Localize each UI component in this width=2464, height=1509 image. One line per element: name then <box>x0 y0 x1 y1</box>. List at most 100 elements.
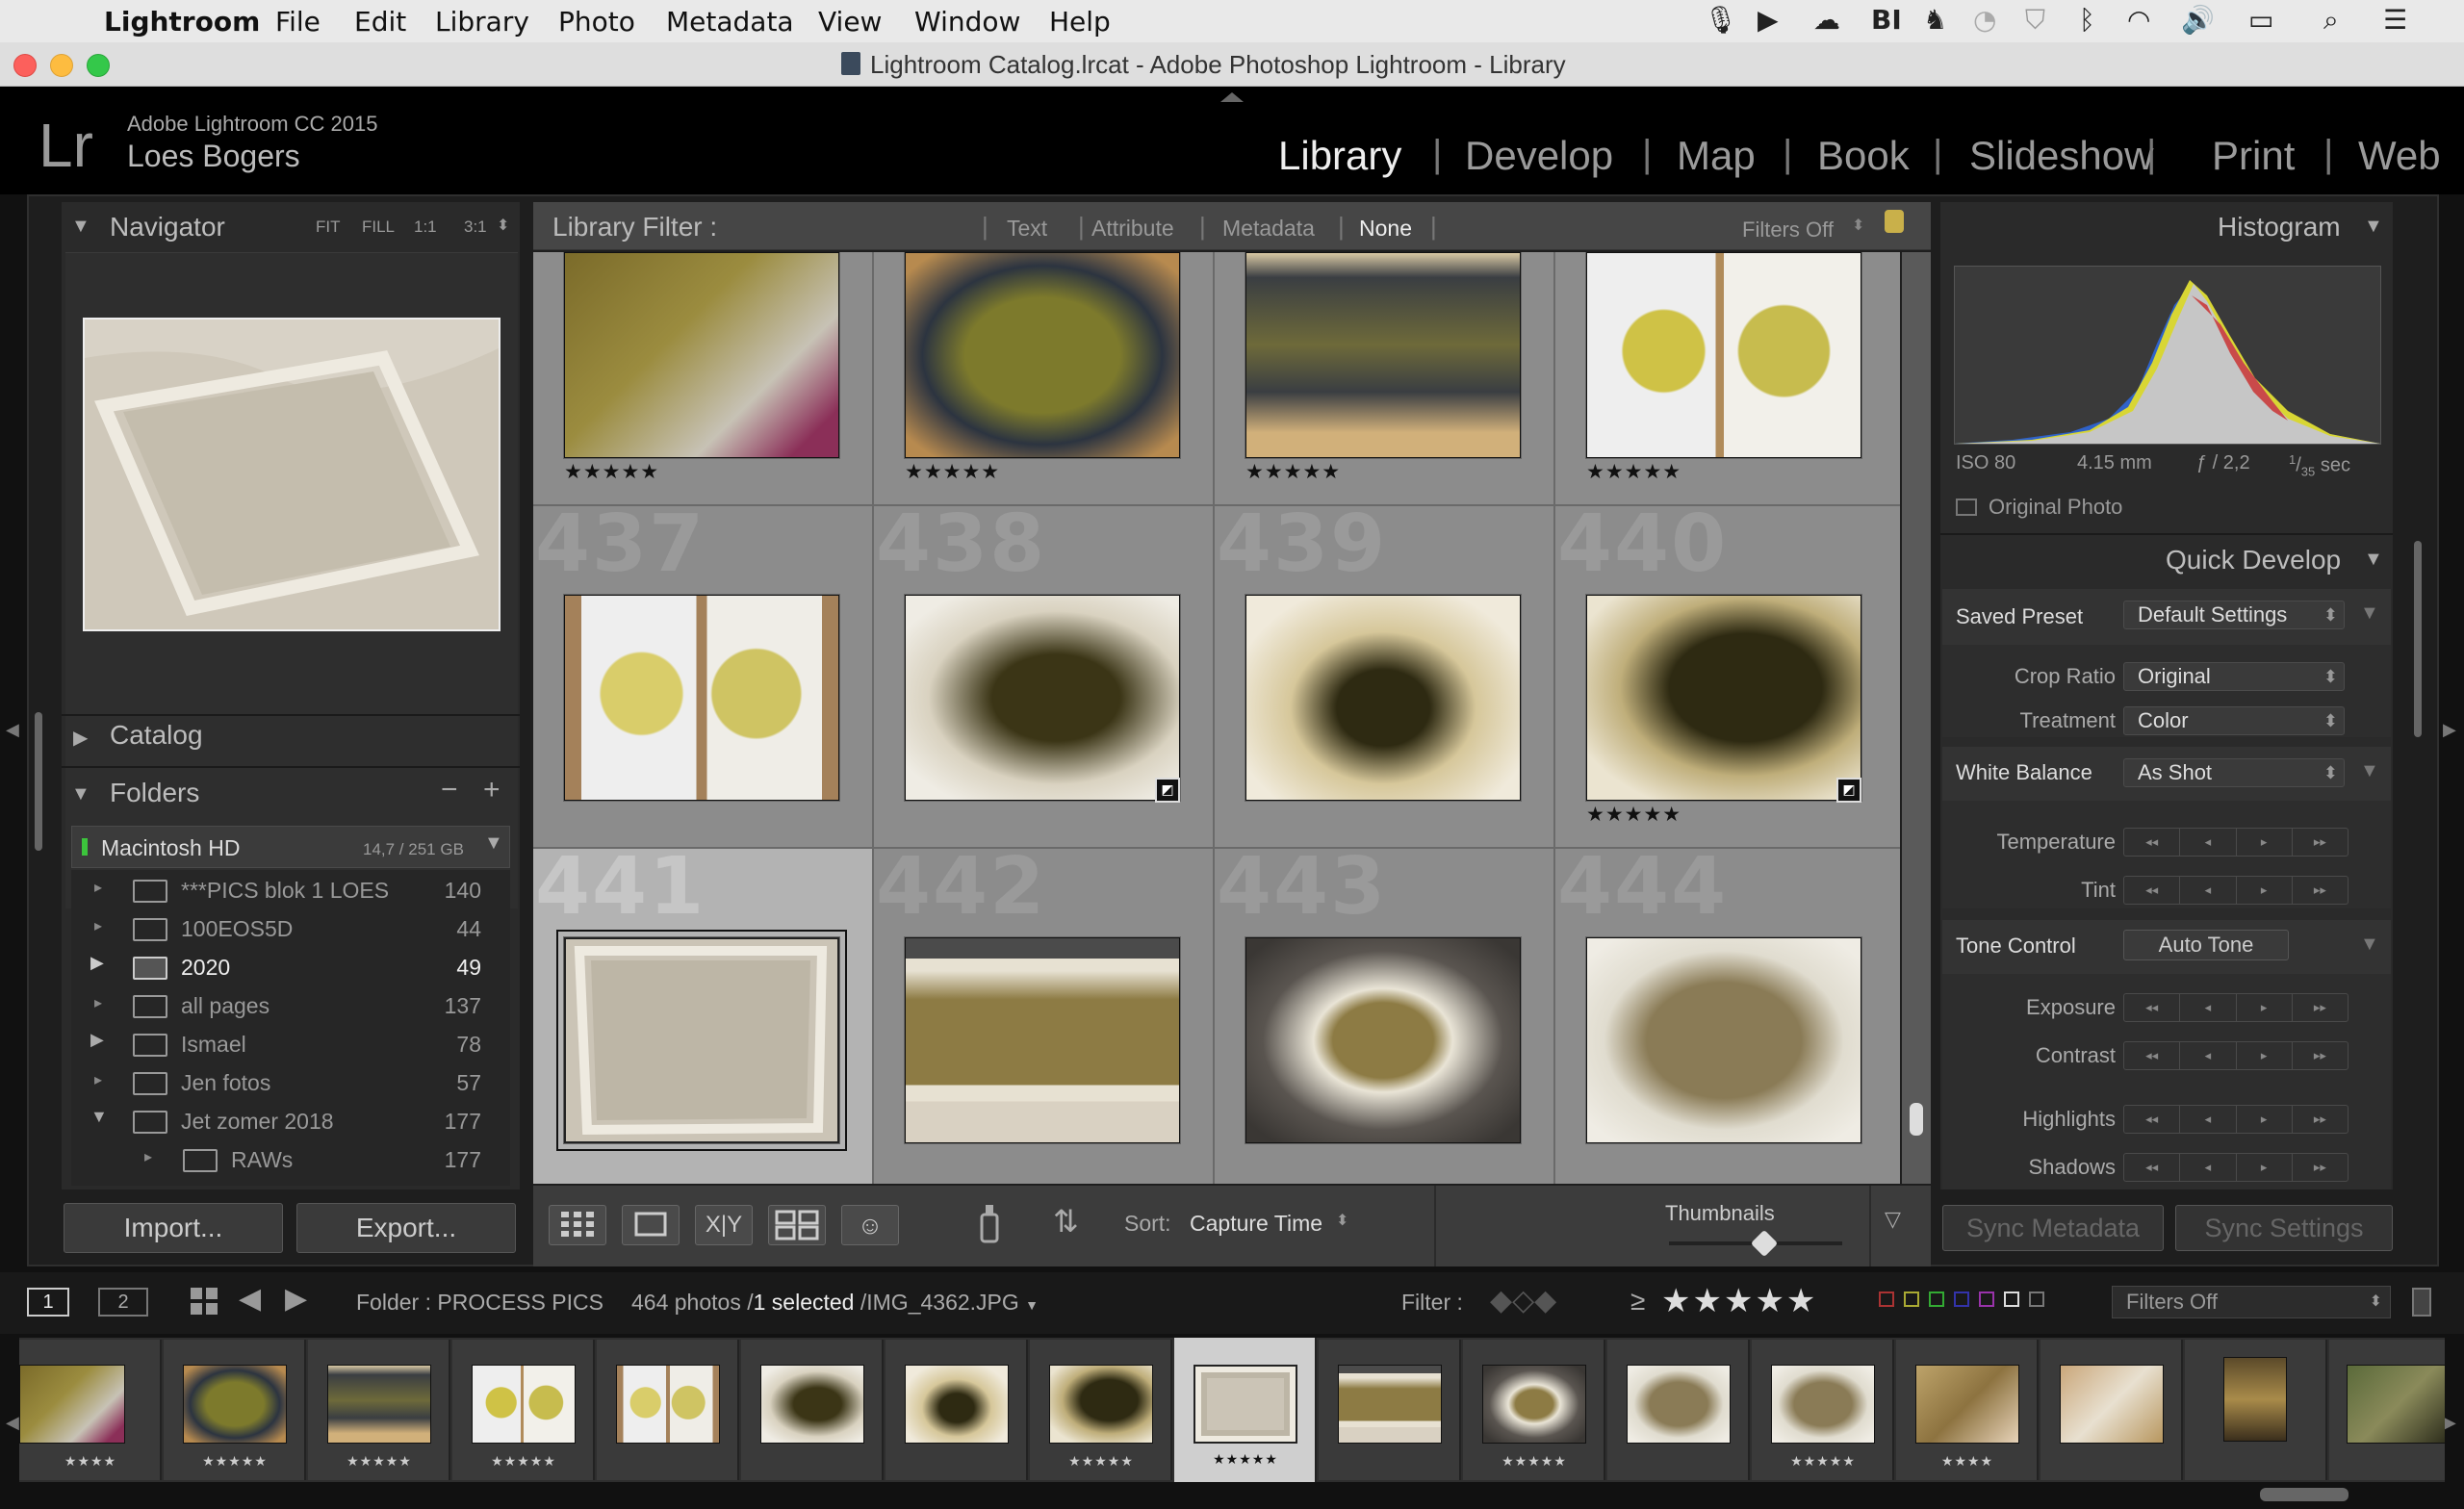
photo-thumbnail[interactable] <box>1586 252 1861 458</box>
minimize-button[interactable] <box>50 54 73 77</box>
folder-row[interactable]: ▶ 2020 49 <box>71 947 510 985</box>
rating-stars[interactable]: ★★★★★ <box>905 460 1000 484</box>
catalog-expand-icon[interactable]: ▶ <box>73 726 88 750</box>
menu-window[interactable]: Window <box>914 6 1020 38</box>
filmstrip-thumb[interactable] <box>19 1365 125 1444</box>
compare-view-button[interactable]: X|Y <box>695 1205 753 1245</box>
step-up[interactable]: ▸ <box>2237 994 2293 1021</box>
filmstrip-cell[interactable]: ★★★★★ <box>164 1340 306 1480</box>
step-up[interactable]: ▸ <box>2237 877 2293 904</box>
module-book[interactable]: Book <box>1817 133 1910 179</box>
folder-expand-icon[interactable]: ▶ <box>90 953 104 973</box>
step-up[interactable]: ▸ <box>2237 1154 2293 1181</box>
close-button[interactable] <box>13 54 37 77</box>
grid-cell[interactable]: 440 ◩ ★★★★★ <box>1555 506 1900 849</box>
grid-cell[interactable]: 439 <box>1215 506 1555 849</box>
no-label-icon[interactable] <box>2029 1292 2044 1307</box>
volume-row[interactable]: Macintosh HD 14,7 / 251 GB ▼ <box>71 826 510 868</box>
microphone-icon[interactable]: 🎙 <box>1704 4 1738 36</box>
right-panel-scrollbar[interactable] <box>2414 541 2422 737</box>
filmstrip-cell[interactable] <box>2040 1340 2183 1480</box>
step-large-up[interactable]: ▸▸ <box>2293 1106 2348 1133</box>
step-large-down[interactable]: ◂◂ <box>2124 1106 2181 1133</box>
step-large-down[interactable]: ◂◂ <box>2124 877 2181 904</box>
step-large-up[interactable]: ▸▸ <box>2293 1042 2348 1069</box>
module-print[interactable]: Print <box>2212 133 2295 179</box>
grid-mode-icon[interactable] <box>189 1286 219 1317</box>
grid-cell[interactable]: 443 <box>1215 849 1555 1184</box>
source-folder[interactable]: Folder : PROCESS PICS <box>356 1290 603 1316</box>
folder-row[interactable]: ▸ 100EOS5D 44 <box>71 908 510 947</box>
tint-stepper[interactable]: ◂◂ ◂ ▸ ▸▸ <box>2123 876 2348 905</box>
photo-thumbnail[interactable] <box>1586 937 1861 1143</box>
filmstrip-thumb[interactable] <box>183 1365 287 1444</box>
photo-thumbnail[interactable] <box>905 252 1180 458</box>
folder-expand-icon[interactable]: ▸ <box>94 916 102 935</box>
step-large-down[interactable]: ◂◂ <box>2124 1042 2181 1069</box>
sync-metadata-button[interactable]: Sync Metadata <box>1942 1205 2164 1251</box>
zoom-stepper-icon[interactable]: ⬍ <box>497 216 509 235</box>
menu-metadata[interactable]: Metadata <box>666 6 794 38</box>
photo-thumbnail[interactable] <box>1586 595 1861 801</box>
filmstrip-thumb[interactable] <box>1482 1365 1586 1444</box>
grid-cell[interactable]: 438 ◩ <box>874 506 1215 849</box>
thumbnail-size-knob[interactable] <box>1750 1229 1779 1258</box>
zoom-3-1[interactable]: 3:1 <box>464 217 487 237</box>
filter-text[interactable]: Text <box>1007 216 1047 242</box>
bluetooth-icon[interactable]: ᛒ <box>2079 4 2095 36</box>
photo-thumbnail[interactable] <box>564 252 839 458</box>
filmstrip-cell[interactable]: ★★★★★ <box>452 1340 595 1480</box>
step-large-down[interactable]: ◂◂ <box>2124 994 2181 1021</box>
volume-menu-icon[interactable]: ▼ <box>484 832 503 855</box>
filmstrip-cell[interactable]: ★★★★ <box>19 1340 162 1480</box>
screen1-button[interactable]: 1 <box>27 1288 69 1317</box>
step-large-down[interactable]: ◂◂ <box>2124 829 2181 856</box>
filmstrip-thumb[interactable] <box>2223 1357 2287 1442</box>
blue-label-icon[interactable] <box>1954 1292 1969 1307</box>
photo-thumbnail[interactable] <box>905 937 1180 1143</box>
folder-row[interactable]: ▸ all pages 137 <box>71 985 510 1024</box>
folder-row[interactable]: ▼ Jet zomer 2018 177 <box>71 1101 510 1139</box>
people-view-button[interactable]: ☺ <box>841 1205 899 1245</box>
add-folder-button[interactable]: + <box>483 774 500 806</box>
menu-library[interactable]: Library <box>435 6 529 38</box>
battery-icon[interactable]: ▭ <box>2248 4 2273 36</box>
step-down[interactable]: ◂ <box>2180 1154 2237 1181</box>
filmstrip-cell[interactable] <box>1319 1340 1461 1480</box>
export-button[interactable]: Export... <box>296 1203 516 1253</box>
catalog-title[interactable]: Catalog <box>110 720 203 751</box>
temperature-stepper[interactable]: ◂◂ ◂ ▸ ▸▸ <box>2123 828 2348 857</box>
search-icon[interactable]: ⌕ <box>2323 4 2339 37</box>
grid-cell[interactable]: 444 <box>1555 849 1900 1184</box>
auto-tone-button[interactable]: Auto Tone <box>2123 930 2289 960</box>
grid-view-button[interactable] <box>549 1205 606 1245</box>
navigator-collapse-icon[interactable]: ▼ <box>71 216 90 238</box>
filmstrip-cell-selected[interactable]: ★★★★★ <box>1174 1338 1317 1482</box>
original-photo-checkbox[interactable] <box>1956 499 1977 516</box>
shield-icon[interactable]: ⛉ <box>2025 4 2045 37</box>
grid-cell[interactable]: 442 <box>874 849 1215 1184</box>
photo-thumbnail[interactable] <box>1245 595 1521 801</box>
sync-settings-button[interactable]: Sync Settings <box>2175 1205 2393 1251</box>
evernote-icon[interactable]: ♞ <box>1923 4 1947 36</box>
module-web[interactable]: Web <box>2358 133 2441 179</box>
step-large-down[interactable]: ◂◂ <box>2124 1154 2181 1181</box>
grid-cell[interactable]: 436 ★★★★★ <box>1555 252 1900 506</box>
sync-icon[interactable]: ◔ <box>1973 4 1996 36</box>
filmstrip-cell[interactable] <box>1607 1340 1750 1480</box>
filmstrip-cell[interactable] <box>597 1340 739 1480</box>
lock-icon[interactable] <box>1885 210 1904 233</box>
filmstrip-thumb[interactable] <box>616 1365 720 1444</box>
filmstrip-thumb[interactable] <box>905 1365 1009 1444</box>
crop-ratio-dropdown[interactable]: Original <box>2123 662 2345 691</box>
toolbar-menu-icon[interactable]: ▽ <box>1885 1207 1901 1232</box>
step-large-up[interactable]: ▸▸ <box>2293 994 2348 1021</box>
other-label-icon[interactable] <box>2004 1292 2019 1307</box>
menu-app[interactable]: Lightroom <box>104 6 260 38</box>
step-up[interactable]: ▸ <box>2237 829 2293 856</box>
folder-expand-icon[interactable]: ▸ <box>94 993 102 1012</box>
filter-none[interactable]: None <box>1359 216 1412 242</box>
step-down[interactable]: ◂ <box>2180 877 2237 904</box>
purple-label-icon[interactable] <box>1979 1292 1994 1307</box>
menu-edit[interactable]: Edit <box>354 6 406 38</box>
